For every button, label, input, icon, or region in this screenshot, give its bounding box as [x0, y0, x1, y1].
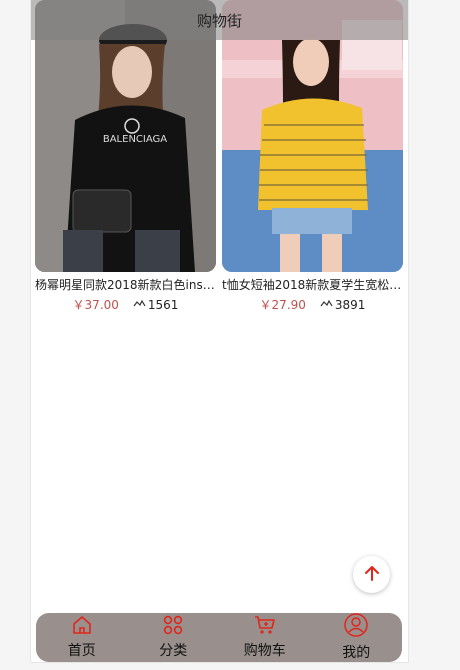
collect-count: 1561 [147, 297, 179, 312]
page-title: 购物街 [196, 11, 242, 30]
product-collect: 1561 [133, 297, 179, 312]
product-photo-icon: BALENCIAGA [35, 0, 216, 272]
profile-icon [344, 613, 368, 641]
back-to-top-button[interactable] [353, 556, 390, 593]
collect-star-icon [320, 297, 333, 312]
product-title: 杨幂明星同款2018新款白色ins潮流宽松短袖T恤女 [35, 278, 216, 292]
arrow-up-icon [363, 564, 381, 586]
tab-category[interactable]: 分类 [133, 615, 213, 660]
product-price: ￥27.90 [259, 298, 306, 312]
home-icon [71, 615, 93, 639]
tab-home[interactable]: 首页 [42, 615, 122, 660]
phone-screen: BALENCIAGA 杨幂明星同款2018新款白色ins潮流宽松短袖T恤女 ￥3… [30, 0, 409, 663]
tab-cart[interactable]: 购物车 [225, 615, 305, 660]
tab-label: 分类 [159, 643, 188, 659]
tab-bar: 首页 分类 购物车 我的 [36, 613, 402, 662]
tab-profile[interactable]: 我的 [316, 613, 396, 662]
product-card[interactable]: t恤女短袖2018新款夏学生宽松条纹上衣 ￥27.90 3891 [222, 0, 403, 313]
category-icon [162, 615, 184, 639]
product-meta: ￥37.00 1561 [35, 296, 216, 313]
nav-bar: 购物街 [31, 0, 408, 40]
collect-count: 3891 [334, 297, 366, 312]
product-title: t恤女短袖2018新款夏学生宽松条纹上衣 [222, 278, 403, 292]
tab-label: 我的 [342, 645, 371, 661]
tab-label: 首页 [67, 643, 96, 659]
cart-icon [254, 615, 276, 639]
tab-label: 购物车 [243, 643, 286, 659]
product-card[interactable]: BALENCIAGA 杨幂明星同款2018新款白色ins潮流宽松短袖T恤女 ￥3… [35, 0, 216, 313]
product-image[interactable] [222, 0, 403, 272]
product-collect: 3891 [320, 297, 366, 312]
product-price: ￥37.00 [72, 298, 119, 312]
product-photo-icon [222, 0, 403, 272]
svg-text:BALENCIAGA: BALENCIAGA [103, 134, 167, 145]
product-meta: ￥27.90 3891 [222, 296, 403, 313]
collect-star-icon [133, 297, 146, 312]
product-image[interactable]: BALENCIAGA [35, 0, 216, 272]
